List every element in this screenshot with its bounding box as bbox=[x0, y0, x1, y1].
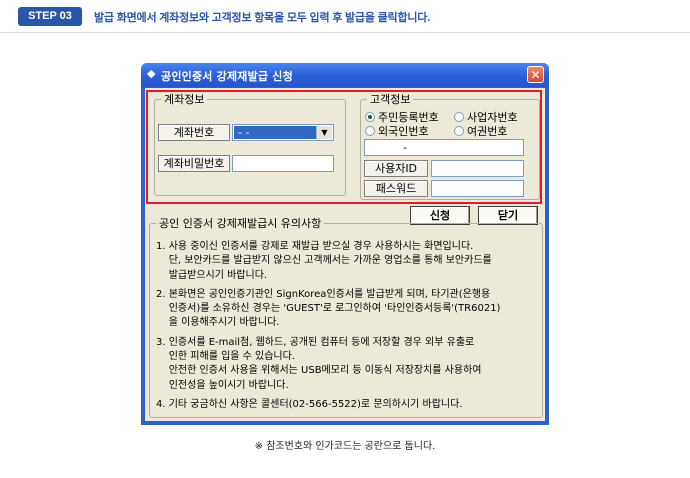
step-badge: STEP 03 bbox=[18, 7, 82, 26]
step-instruction: 발급 화면에서 계좌정보와 고객정보 항목을 모두 입력 후 발급을 클릭합니다… bbox=[94, 12, 431, 24]
diamond-icon: ◆ bbox=[147, 67, 156, 80]
user-id-button[interactable]: 사용자ID bbox=[364, 160, 428, 177]
notice-item: 1. 사용 중이신 인증서를 강제로 재발급 받으실 경우 사용하시는 화면입니… bbox=[156, 241, 492, 281]
notice-item: 3. 인증서를 E-mail첨, 웹하드, 공개된 컴퓨터 등에 저장할 경우 … bbox=[156, 336, 482, 391]
radio-label: 외국인번호 bbox=[378, 125, 429, 138]
radio-icon[interactable] bbox=[365, 112, 375, 122]
password-field[interactable] bbox=[431, 180, 524, 197]
radio-icon[interactable] bbox=[454, 112, 464, 122]
customer-info-legend: 고객정보 bbox=[370, 93, 411, 106]
account-number-button[interactable]: 계좌번호 bbox=[158, 124, 230, 141]
notice-list: 1. 사용 중이신 인증서를 강제로 재발급 받으실 경우 사용하시는 화면입니… bbox=[156, 240, 536, 417]
footer-note: ※ 참조번호와 인가코드는 공란으로 둡니다. bbox=[254, 441, 436, 452]
account-info-legend: 계좌정보 bbox=[164, 93, 205, 106]
id-number-field[interactable]: - bbox=[364, 139, 524, 156]
dialog-body: 계좌정보 계좌번호 - - ▼ 계좌비밀번호 고객정보 주민등록번호 사업자번호… bbox=[145, 88, 545, 421]
account-number-value: - - bbox=[234, 126, 316, 139]
notice-legend: 공인 인증서 강제재발급시 유의사항 bbox=[159, 217, 322, 230]
step-header: STEP 03 발급 화면에서 계좌정보와 고객정보 항목을 모두 입력 후 발… bbox=[0, 0, 690, 30]
chevron-down-icon[interactable]: ▼ bbox=[316, 126, 332, 139]
radio-foreigner-number[interactable]: 외국인번호 bbox=[365, 123, 429, 139]
dialog-titlebar[interactable]: ◆ 공인인증서 강제재발급 신청 ✕ bbox=[141, 63, 549, 87]
password-button[interactable]: 패스워드 bbox=[364, 180, 428, 197]
radio-label: 여권번호 bbox=[467, 125, 508, 138]
account-info-group: 계좌정보 bbox=[154, 91, 346, 196]
account-number-select[interactable]: - - ▼ bbox=[232, 124, 334, 141]
account-password-field[interactable] bbox=[232, 155, 334, 172]
close-icon[interactable]: ✕ bbox=[527, 66, 544, 83]
radio-icon[interactable] bbox=[365, 126, 375, 136]
certificate-reissue-dialog: ◆ 공인인증서 강제재발급 신청 ✕ 계좌정보 계좌번호 - - ▼ 계좌비밀번… bbox=[141, 63, 549, 425]
radio-icon[interactable] bbox=[454, 126, 464, 136]
notice-item: 4. 기타 궁금하신 사항은 콜센터(02-566-5522)로 문의하시기 바… bbox=[156, 398, 463, 410]
radio-passport-number[interactable]: 여권번호 bbox=[454, 123, 507, 139]
notice-item: 2. 본화면은 공인인증기관인 SignKorea인증서를 발급받게 되며, 타… bbox=[156, 288, 501, 329]
dialog-title: 공인인증서 강제재발급 신청 bbox=[161, 70, 293, 83]
header-divider bbox=[0, 32, 690, 33]
user-id-field[interactable] bbox=[431, 160, 524, 177]
account-password-label: 계좌비밀번호 bbox=[158, 155, 230, 172]
